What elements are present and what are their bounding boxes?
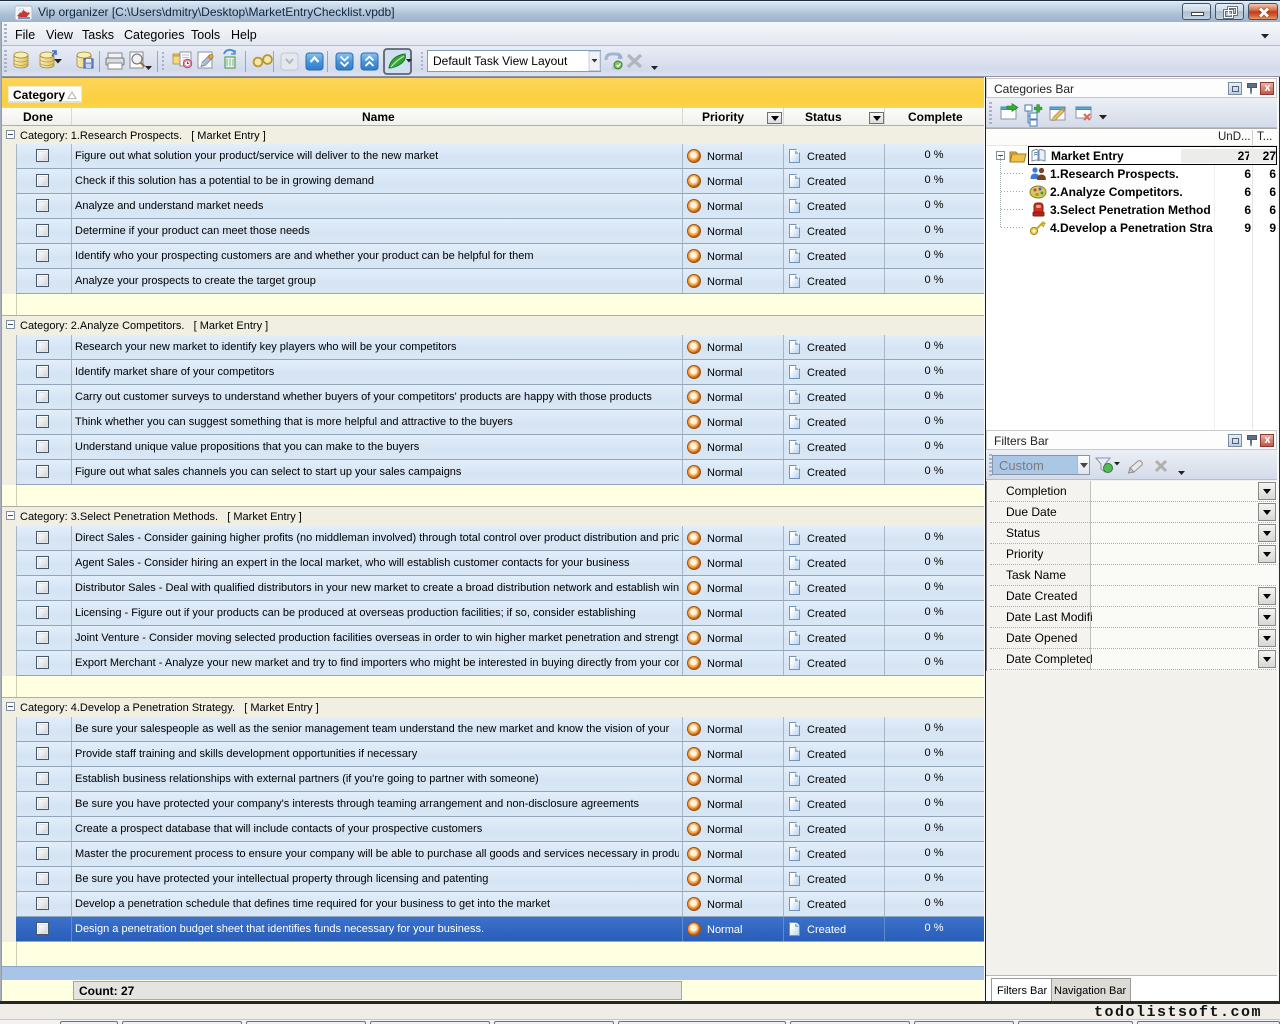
svg-text:Default Task View Layout: Default Task View Layout [433,54,568,68]
